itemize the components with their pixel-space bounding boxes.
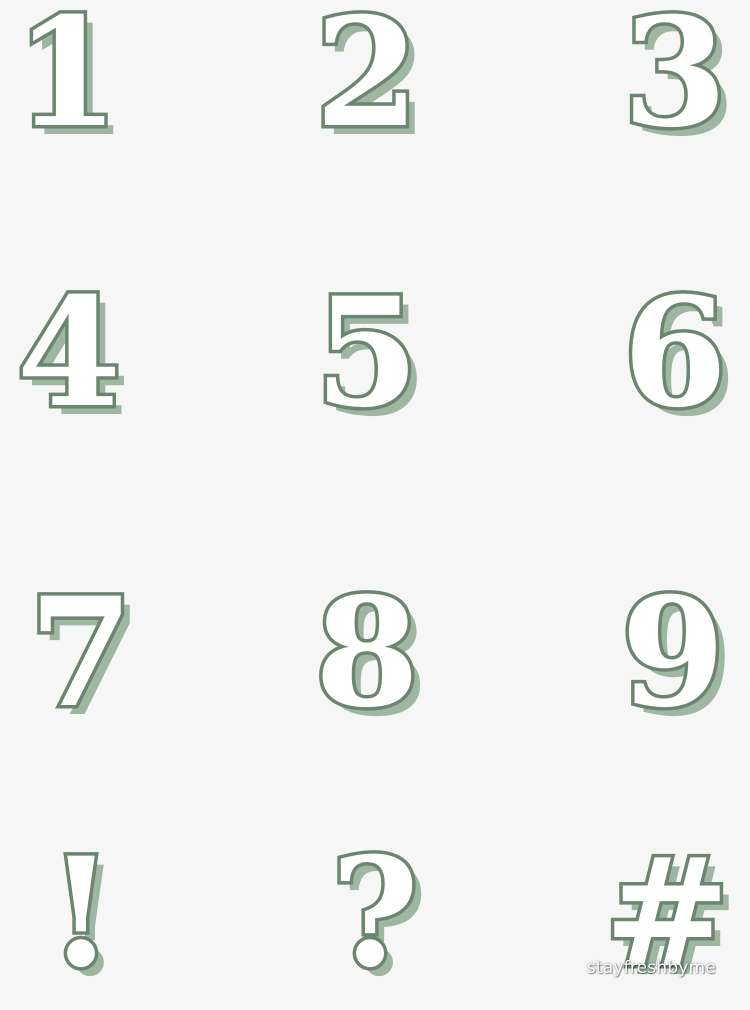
sticker-digit-6: 6 6: [600, 265, 750, 441]
sticker-digit-9: 9 9: [598, 565, 748, 741]
sticker-face: 3: [619, 0, 730, 161]
sticker-face: 5: [311, 265, 422, 441]
sticker-digit-4: 4 4: [0, 265, 144, 441]
sticker-digit-5: 5 5: [292, 265, 442, 441]
sticker-face: 1: [11, 0, 122, 161]
sticker-exclamation: ! !: [6, 825, 156, 1001]
sticker-digit-8: 8 8: [292, 565, 442, 741]
sticker-question: ? ?: [300, 825, 450, 1001]
sticker-sheet: 1 1 2 2 3 3 4 4 5 5 6 6 7 7 8 8 9 9 ! ! …: [0, 0, 750, 1000]
sticker-digit-7: 7 7: [6, 565, 156, 741]
sticker-face: !: [45, 825, 118, 1001]
sticker-digit-3: 3 3: [600, 0, 750, 158]
sticker-face: 8: [311, 565, 422, 741]
sticker-face: 6: [619, 265, 730, 441]
sticker-digit-2: 2 2: [292, 0, 442, 158]
sticker-face: 7: [25, 565, 136, 741]
sticker-digit-1: 1 1: [0, 0, 142, 158]
sticker-face: 2: [311, 0, 422, 161]
sticker-face: ?: [328, 825, 423, 1001]
sticker-face: 4: [13, 265, 124, 441]
sticker-face: 9: [617, 565, 728, 741]
watermark-text: stayfreshbyme: [586, 958, 716, 978]
